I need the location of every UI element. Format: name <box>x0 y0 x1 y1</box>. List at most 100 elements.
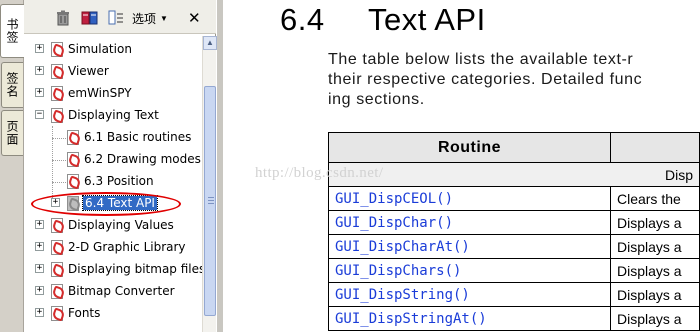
section-number: 6.4 <box>280 2 325 37</box>
grip-line <box>208 197 214 198</box>
bookmark-page-icon <box>67 152 79 167</box>
expand-bookmark-icon <box>108 10 123 25</box>
routine-description: Displays a <box>609 306 700 331</box>
tree-item-displaying-text[interactable]: − Displaying Text <box>24 105 202 127</box>
options-label: 选项 <box>132 11 157 26</box>
bookmark-tree: + Simulation + Viewer + emWinSPY − Displ… <box>24 36 202 332</box>
header-routine: Routine <box>328 132 611 163</box>
tree-item-bitmap-converter[interactable]: + Bitmap Converter <box>24 281 202 303</box>
scrollbar-thumb[interactable] <box>204 86 216 316</box>
new-bookmark-icon <box>81 11 98 25</box>
category-label: Disp <box>328 162 700 187</box>
routine-link[interactable]: GUI_DispStringAt() <box>328 306 611 331</box>
tree-item-simulation[interactable]: + Simulation <box>24 39 202 61</box>
expand-toggle[interactable]: + <box>35 66 44 75</box>
intro-paragraph: The table below lists the available text… <box>328 50 700 110</box>
table-row: GUI_DispCharAt() Displays a <box>328 234 700 259</box>
tree-item-label: Displaying Text <box>68 108 159 122</box>
table-row: GUI_DispString() Displays a <box>328 282 700 307</box>
tree-item-basic-routines[interactable]: 6.1 Basic routines <box>24 127 202 149</box>
tree-item-label: Displaying bitmap files <box>68 262 202 276</box>
close-icon: ✕ <box>188 10 201 27</box>
new-bookmark-button[interactable] <box>81 8 99 28</box>
document-page: 6.4 Text API The table below lists the av… <box>217 0 700 332</box>
section-title: Text API <box>368 2 486 37</box>
expand-toggle[interactable]: + <box>35 264 44 273</box>
routine-description: Displays a <box>609 234 700 259</box>
expand-bookmark-button[interactable] <box>108 8 124 28</box>
tree-item-emwinspy[interactable]: + emWinSPY <box>24 83 202 105</box>
tab-bookmarks-label: 书签 <box>5 18 19 44</box>
tab-pages[interactable]: 页面 <box>1 110 23 156</box>
tree-item-displaying-bitmap-files[interactable]: + Displaying bitmap files <box>24 259 202 281</box>
bookmarks-panel: 选项 ▼ ✕ + Simulation + Viewer + emWinSPY <box>24 0 217 332</box>
tree-item-label: 6.4 Text API <box>82 195 158 211</box>
collapse-toggle[interactable]: − <box>35 110 44 119</box>
navigation-tab-strip: 书签 签名 页面 <box>0 0 24 332</box>
bookmark-page-icon <box>67 130 79 145</box>
paragraph-line: ing sections. <box>328 91 425 108</box>
tree-item-2d-graphic-library[interactable]: + 2-D Graphic Library <box>24 237 202 259</box>
expand-toggle[interactable]: + <box>35 44 44 53</box>
bookmark-page-icon <box>51 262 63 277</box>
grip-line <box>208 203 214 204</box>
scroll-up-arrow-icon[interactable]: ▲ <box>203 36 217 50</box>
expand-toggle[interactable]: + <box>35 242 44 251</box>
bookmark-page-icon <box>51 108 63 123</box>
tree-item-displaying-values[interactable]: + Displaying Values <box>24 215 202 237</box>
close-panel-button[interactable]: ✕ <box>188 8 201 28</box>
bookmark-scrollbar[interactable]: ▲ <box>202 36 217 332</box>
routine-description: Displays a <box>609 258 700 283</box>
paragraph-line: their respective categories. Detailed fu… <box>328 71 643 88</box>
trash-icon <box>57 10 69 26</box>
tree-item-viewer[interactable]: + Viewer <box>24 61 202 83</box>
tree-item-label: Simulation <box>68 42 132 56</box>
delete-bookmark-button[interactable] <box>56 8 70 28</box>
tree-item-position[interactable]: 6.3 Position <box>24 171 202 193</box>
routine-description: Displays a <box>609 282 700 307</box>
tab-bookmarks[interactable]: 书签 <box>0 4 24 58</box>
table-row: GUI_DispStringAt() Displays a <box>328 306 700 331</box>
routine-link[interactable]: GUI_DispChar() <box>328 210 611 235</box>
table-row: GUI_DispChar() Displays a <box>328 210 700 235</box>
tree-item-text-api[interactable]: + 6.4 Text API <box>24 193 202 215</box>
section-heading: 6.4 Text API <box>280 2 486 38</box>
bookmark-page-icon <box>67 174 79 189</box>
tab-pages-label: 页面 <box>5 120 19 146</box>
routine-link[interactable]: GUI_DispChars() <box>328 258 611 283</box>
table-row: GUI_DispCEOL() Clears the <box>328 186 700 211</box>
options-menu-button[interactable]: 选项 ▼ <box>132 8 168 28</box>
expand-toggle[interactable]: + <box>35 220 44 229</box>
tree-item-label: 2-D Graphic Library <box>68 240 186 254</box>
bookmark-page-icon <box>51 86 63 101</box>
tab-signatures[interactable]: 签名 <box>1 62 23 108</box>
bookmark-page-icon <box>51 218 63 233</box>
expand-toggle[interactable]: + <box>35 308 44 317</box>
tree-item-label: Displaying Values <box>68 218 174 232</box>
expand-toggle[interactable]: + <box>35 88 44 97</box>
text-api-table: Routine Disp GUI_DispCEOL() Clears the G… <box>328 132 700 331</box>
tree-item-label: 6.1 Basic routines <box>84 130 192 144</box>
bookmark-page-icon <box>51 306 63 321</box>
tree-item-label: 6.2 Drawing modes <box>84 152 201 166</box>
bookmark-page-icon <box>51 284 63 299</box>
bookmark-page-icon <box>51 42 63 57</box>
tree-item-label: emWinSPY <box>68 86 132 100</box>
category-row: Disp <box>328 162 700 187</box>
table-header-row: Routine <box>328 132 700 163</box>
routine-link[interactable]: GUI_DispString() <box>328 282 611 307</box>
grip-line <box>208 200 214 201</box>
tab-signatures-label: 签名 <box>5 72 19 98</box>
chevron-down-icon: ▼ <box>160 13 168 23</box>
routine-description: Displays a <box>609 210 700 235</box>
paragraph-line: The table below lists the available text… <box>328 51 634 68</box>
expand-toggle[interactable]: + <box>51 198 60 207</box>
routine-link[interactable]: GUI_DispCharAt() <box>328 234 611 259</box>
tree-item-drawing-modes[interactable]: 6.2 Drawing modes <box>24 149 202 171</box>
routine-link[interactable]: GUI_DispCEOL() <box>328 186 611 211</box>
header-description <box>609 132 700 163</box>
tree-item-fonts[interactable]: + Fonts <box>24 303 202 325</box>
expand-toggle[interactable]: + <box>35 286 44 295</box>
bookmark-page-icon <box>51 240 63 255</box>
bookmark-page-icon <box>51 64 63 79</box>
